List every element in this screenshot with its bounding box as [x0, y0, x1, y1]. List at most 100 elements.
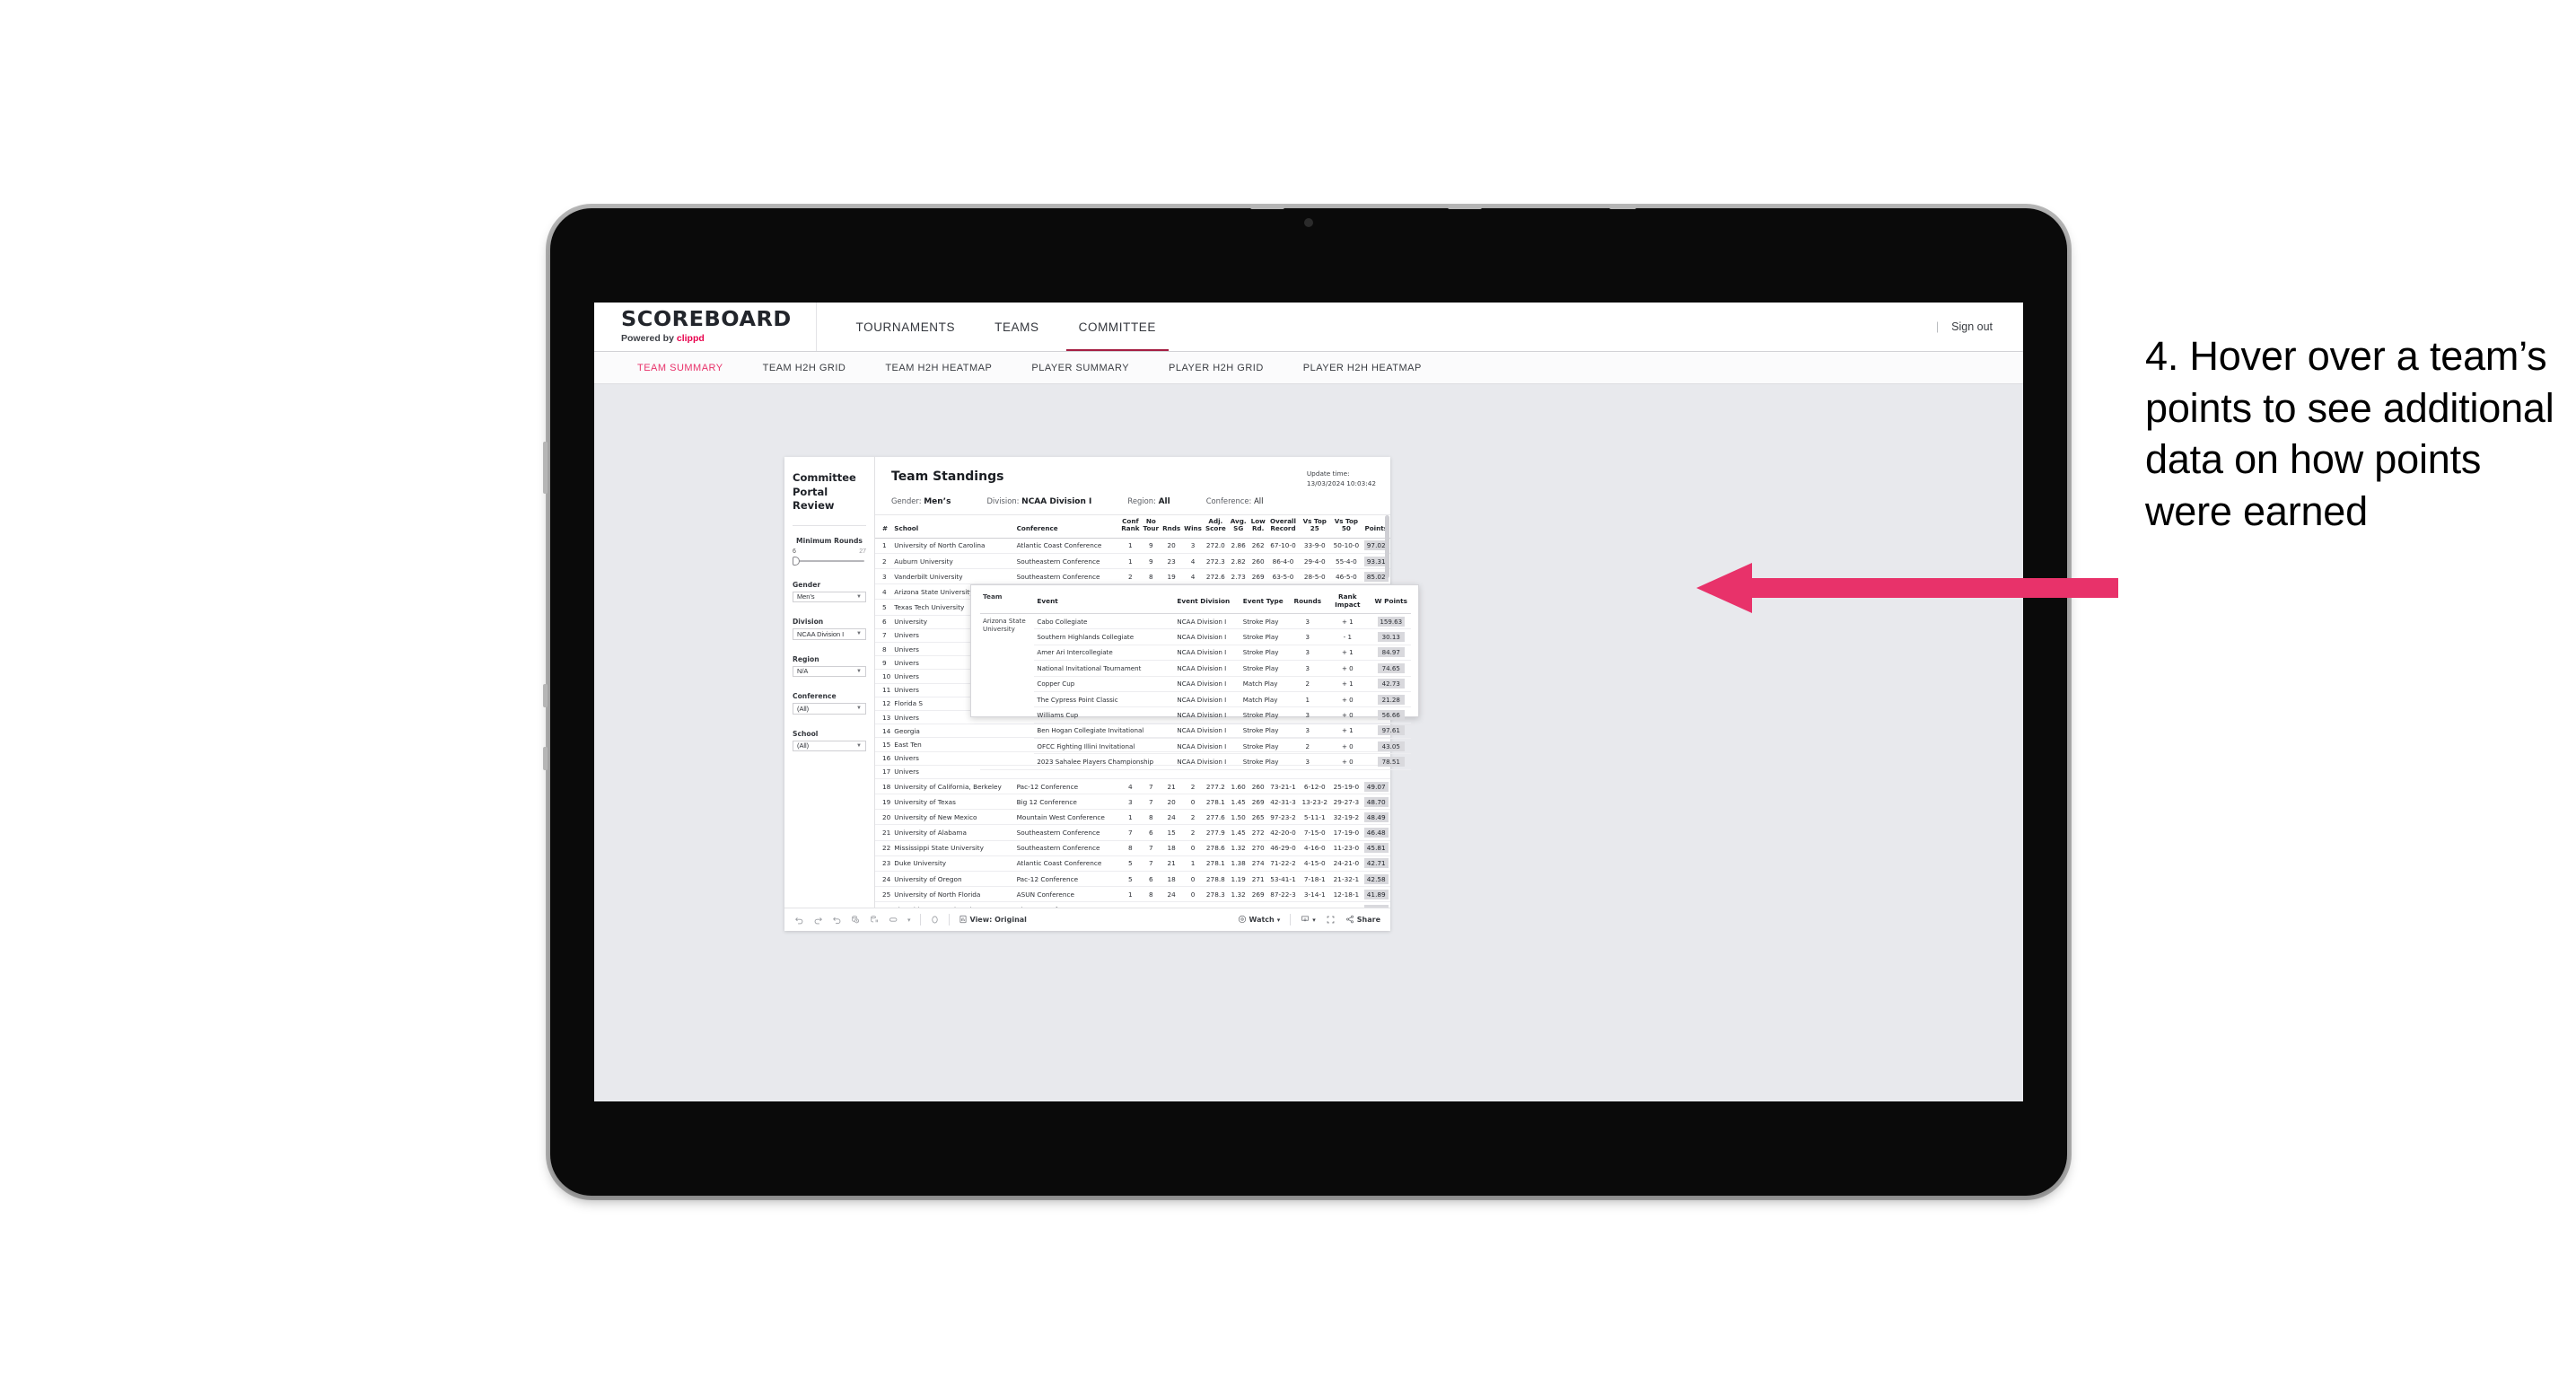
region-filter-select[interactable]: N/A ▼: [793, 665, 866, 678]
vs-top-50-cell: 21-32-1: [1330, 871, 1362, 888]
col-conf-rank[interactable]: Conf Rank: [1119, 514, 1142, 539]
tooltip-impact-cell: + 0: [1324, 706, 1371, 724]
table-row[interactable]: 22 Mississippi State University Southeaste…: [875, 840, 1390, 856]
table-row[interactable]: 1 University of North Carolina Atlantic Co…: [875, 538, 1390, 554]
tooltip-event-cell: Southern Highlands Collegiate: [1034, 628, 1175, 645]
division-filter-select[interactable]: NCAA Division I ▼: [793, 628, 866, 640]
overall-record-cell: 42-20-0: [1266, 824, 1300, 841]
points-cell[interactable]: 42.58: [1362, 871, 1390, 888]
fullscreen-icon[interactable]: [1326, 915, 1336, 925]
wins-cell: 2: [1182, 824, 1204, 841]
toolbar-divider-2: [948, 914, 950, 925]
low-rd-cell: 271: [1249, 871, 1267, 888]
nav-item-teams[interactable]: TEAMS: [975, 303, 1059, 351]
subnav-player-summary[interactable]: PLAYER SUMMARY: [1012, 363, 1149, 373]
tooltip-event-cell: Amer Ari Intercollegiate: [1034, 645, 1175, 662]
overall-record-cell: 51-23-1: [1266, 901, 1300, 908]
active-filters-summary: Gender: Men’s Division: NCAA Division I …: [875, 488, 1390, 506]
signout-divider: |: [1935, 320, 1940, 333]
school-filter-select[interactable]: (All) ▼: [793, 740, 866, 752]
points-cell[interactable]: 48.70: [1362, 794, 1390, 811]
rank-cell: 20: [875, 809, 893, 826]
view-original-label: View: Original: [969, 916, 1027, 924]
share-button[interactable]: Share: [1345, 915, 1380, 925]
low-rd-cell: 267: [1249, 901, 1267, 908]
share-label: Share: [1356, 916, 1380, 924]
conf-rank-cell: 2: [1119, 568, 1142, 585]
table-row[interactable]: 18 University of California, Berkeley Pac-…: [875, 778, 1390, 795]
tooltip-col-event: Event: [1034, 591, 1175, 614]
main-navigation: TOURNAMENTS TEAMS COMMITTEE: [837, 303, 1177, 351]
revert-icon[interactable]: [832, 915, 842, 925]
app-logo[interactable]: SCOREBOARD Powered by clippd: [594, 303, 817, 351]
col-avg-sg[interactable]: Avg. SG: [1227, 514, 1249, 539]
slider-handle[interactable]: [793, 556, 800, 566]
points-cell[interactable]: 46.48: [1362, 824, 1390, 841]
undo-all-icon[interactable]: [889, 915, 898, 925]
subnav-team-h2h-heatmap[interactable]: TEAM H2H HEATMAP: [865, 363, 1012, 373]
redo-icon[interactable]: [813, 915, 823, 925]
table-row[interactable]: 2 Auburn University Southeastern Conferenc…: [875, 553, 1390, 570]
table-row[interactable]: 24 University of Oregon Pac-12 Conference 5…: [875, 871, 1390, 888]
minimum-rounds-slider[interactable]: [793, 556, 866, 566]
view-original-button[interactable]: View: Original: [959, 915, 1027, 925]
download-button[interactable]: ▾: [1301, 915, 1316, 925]
tooltip-col-event-type: Event Type: [1240, 591, 1292, 614]
toolbar-caret-icon[interactable]: ▾: [907, 917, 911, 924]
overall-record-cell: 87-22-3: [1266, 886, 1300, 903]
points-cell[interactable]: 42.71: [1362, 855, 1390, 873]
col-overall-record[interactable]: Overall Record: [1266, 514, 1300, 539]
col-vs-top-50[interactable]: Vs Top 50: [1330, 514, 1362, 539]
nav-item-committee[interactable]: COMMITTEE: [1059, 303, 1176, 351]
avg-sg-cell: 1.45: [1227, 794, 1249, 811]
points-cell[interactable]: 39.94: [1362, 901, 1390, 908]
rank-cell: 5: [875, 599, 893, 616]
watch-button[interactable]: Watch ▾: [1238, 915, 1280, 925]
subnav-team-h2h-grid[interactable]: TEAM H2H GRID: [743, 363, 866, 373]
gender-filter-select[interactable]: Men’s ▼: [793, 591, 866, 603]
col-low-rd[interactable]: Low Rd.: [1249, 514, 1267, 539]
points-cell[interactable]: 49.07: [1362, 778, 1390, 795]
conference-filter-select[interactable]: (All) ▼: [793, 703, 866, 715]
subnav-player-h2h-grid[interactable]: PLAYER H2H GRID: [1149, 363, 1284, 373]
col-rank[interactable]: #: [875, 514, 893, 539]
pause-updates-icon[interactable]: [870, 915, 880, 925]
avg-sg-cell: 2.82: [1227, 553, 1249, 570]
table-vertical-scrollbar[interactable]: [1385, 515, 1389, 579]
avg-sg-cell: 1.38: [1227, 855, 1249, 873]
table-row[interactable]: 3 Vanderbilt University Southeastern Confe…: [875, 568, 1390, 585]
col-conference[interactable]: Conference: [1014, 514, 1120, 539]
tooltip-rounds-cell: 3: [1291, 660, 1325, 677]
avg-sg-cell: 1.50: [1227, 809, 1249, 826]
tooltip-event-cell: Copper Cup: [1034, 676, 1175, 692]
col-vs-top-25[interactable]: Vs Top 25: [1299, 514, 1331, 539]
subnav-team-summary[interactable]: TEAM SUMMARY: [618, 363, 743, 373]
table-row[interactable]: 25 University of North Florida ASUN Confer…: [875, 886, 1390, 903]
points-cell[interactable]: 41.89: [1362, 886, 1390, 903]
tooltip-event-cell: Ben Hogan Collegiate Invitational: [1034, 723, 1175, 740]
annotation-text: 4. Hover over a team’s points to see add…: [2145, 333, 2554, 534]
table-row[interactable]: 19 University of Texas Big 12 Conference 3 7…: [875, 794, 1390, 811]
table-row[interactable]: 21 University of Alabama Southeastern Conf…: [875, 824, 1390, 841]
refresh-data-icon[interactable]: [851, 915, 861, 925]
nav-item-tournaments[interactable]: TOURNAMENTS: [837, 303, 976, 351]
points-cell[interactable]: 45.81: [1362, 840, 1390, 856]
subnav-player-h2h-heatmap[interactable]: PLAYER H2H HEATMAP: [1284, 363, 1441, 373]
table-row[interactable]: 26The Ohio State UniversityBig Ten Confe…: [875, 901, 1390, 908]
col-school[interactable]: School: [892, 514, 1015, 539]
chevron-down-icon: ▼: [856, 742, 862, 749]
table-row[interactable]: 20 University of New Mexico Mountain West …: [875, 809, 1390, 826]
table-row[interactable]: 23 Duke University Atlantic Coast Conferen…: [875, 855, 1390, 873]
col-no-tour[interactable]: No Tour: [1141, 514, 1161, 539]
col-wins[interactable]: Wins: [1182, 514, 1204, 539]
vs-top-25-cell: 4-15-0: [1299, 855, 1331, 873]
summary-gender-key: Gender:: [891, 496, 922, 506]
conference-cell: Pac-12 Conference: [1014, 871, 1120, 888]
col-rnds[interactable]: Rnds: [1161, 514, 1183, 539]
points-cell[interactable]: 48.49: [1362, 809, 1390, 826]
col-adj-score[interactable]: Adj. Score: [1203, 514, 1228, 539]
signout-link[interactable]: Sign out: [1951, 320, 1993, 333]
chevron-down-icon: ▼: [856, 706, 862, 712]
pause-icon[interactable]: [930, 915, 940, 925]
undo-icon[interactable]: [794, 915, 804, 925]
